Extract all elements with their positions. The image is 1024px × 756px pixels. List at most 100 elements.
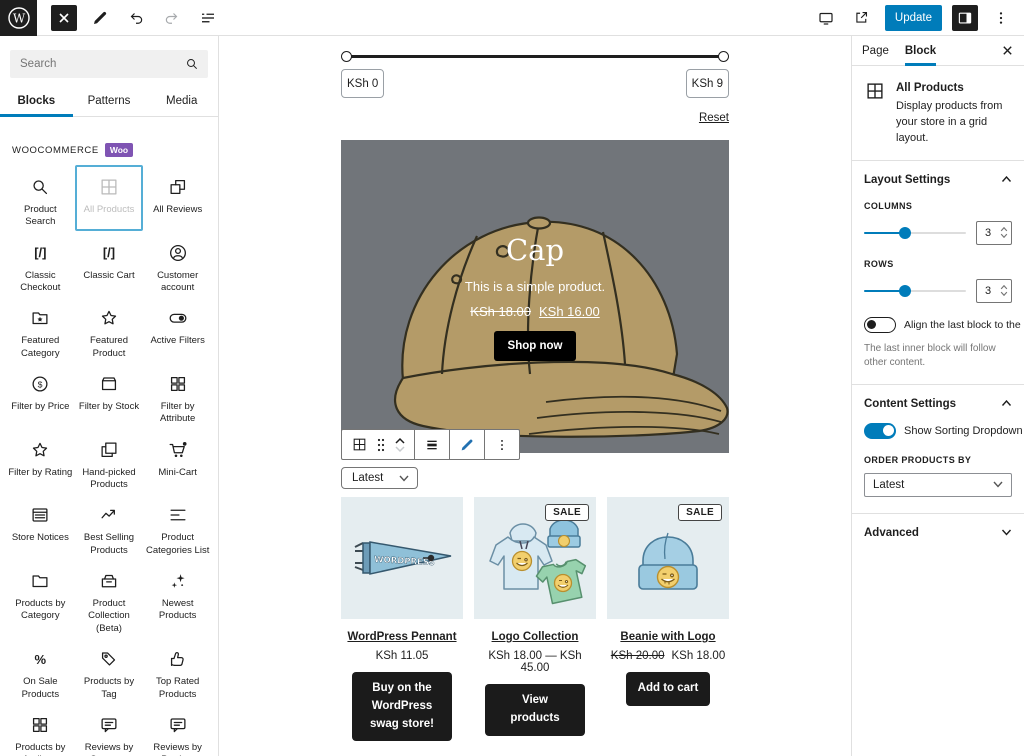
list-view-icon bbox=[199, 9, 217, 27]
block-item-products-by-attribute[interactable]: Products by Attribute bbox=[6, 703, 75, 756]
block-item-all-products[interactable]: All Products bbox=[75, 165, 144, 231]
block-options-button[interactable] bbox=[489, 430, 515, 459]
align-button[interactable] bbox=[419, 430, 445, 459]
block-item-top-rated-products[interactable]: Top Rated Products bbox=[143, 637, 212, 703]
block-item-classic-cart[interactable]: [/] Classic Cart bbox=[75, 231, 144, 297]
block-item-store-notices[interactable]: Store Notices bbox=[6, 493, 75, 559]
price-slider-track[interactable] bbox=[345, 55, 725, 58]
block-item-active-filters[interactable]: Active Filters bbox=[143, 296, 212, 362]
close-settings-button[interactable] bbox=[1001, 44, 1014, 57]
price-filter-reset-link[interactable]: Reset bbox=[699, 112, 729, 124]
product-image[interactable]: WORDPRESS bbox=[341, 497, 463, 619]
price-min-input[interactable]: KSh 0 bbox=[341, 69, 384, 98]
block-item-reviews-by-product[interactable]: Reviews by Product bbox=[143, 703, 212, 756]
product-action-button[interactable]: View products bbox=[485, 684, 585, 736]
columns-slider[interactable] bbox=[864, 227, 966, 239]
featured-product-block[interactable]: Cap This is a simple product. KSh 18.00K… bbox=[341, 140, 729, 453]
product-title-link[interactable]: Logo Collection bbox=[474, 631, 596, 643]
sale-badge: SALE bbox=[545, 504, 589, 521]
block-item-filter-by-attribute[interactable]: Filter by Attribute bbox=[143, 362, 212, 428]
tab-block[interactable]: Block bbox=[905, 36, 936, 66]
collection-icon bbox=[98, 569, 120, 593]
order-products-by-select[interactable]: Latest bbox=[864, 473, 1012, 497]
block-item-products-by-category[interactable]: Products by Category bbox=[6, 559, 75, 637]
tab-blocks[interactable]: Blocks bbox=[0, 84, 73, 116]
content-settings-header[interactable]: Content Settings bbox=[852, 385, 1024, 423]
product-price: KSh 18.00 — KSh 45.00 bbox=[474, 650, 596, 674]
block-item-products-by-tag[interactable]: Products by Tag bbox=[75, 637, 144, 703]
tab-page[interactable]: Page bbox=[862, 36, 889, 66]
move-down-button[interactable] bbox=[394, 445, 406, 453]
preview-button[interactable] bbox=[813, 5, 839, 31]
close-inserter-button[interactable] bbox=[51, 5, 77, 31]
inserter-tabs: Blocks Patterns Media bbox=[0, 84, 218, 117]
columns-label: COLUMNS bbox=[864, 201, 1012, 211]
block-item-all-reviews[interactable]: All Reviews bbox=[143, 165, 212, 231]
block-item-filter-by-rating[interactable]: Filter by Rating bbox=[6, 428, 75, 494]
product-card-logo-collection: SALE Logo Collection KSh 18.00 — KSh 45.… bbox=[474, 497, 596, 741]
rows-number-input[interactable]: 3 bbox=[976, 279, 1012, 303]
list-view-button[interactable] bbox=[195, 5, 221, 31]
undo-button[interactable] bbox=[123, 5, 149, 31]
update-button[interactable]: Update bbox=[885, 5, 942, 31]
edit-button[interactable] bbox=[454, 430, 480, 459]
show-sorting-dropdown-toggle[interactable] bbox=[864, 423, 896, 439]
block-item-customer-account[interactable]: Customer account bbox=[143, 231, 212, 297]
price-slider-max-handle[interactable] bbox=[718, 51, 729, 62]
block-item-newest-products[interactable]: Newest Products bbox=[143, 559, 212, 637]
product-card-beanie-with-logo: SALE Beanie with Logo KSh 20.00KSh 18.00… bbox=[607, 497, 729, 741]
tab-patterns[interactable]: Patterns bbox=[73, 84, 146, 116]
product-image[interactable]: SALE bbox=[474, 497, 596, 619]
thumb-icon bbox=[167, 647, 189, 671]
kebab-menu-icon bbox=[993, 10, 1009, 26]
layout-settings-header[interactable]: Layout Settings bbox=[852, 161, 1024, 199]
rows-slider[interactable] bbox=[864, 285, 966, 297]
attribute-icon bbox=[29, 713, 51, 737]
star-icon bbox=[98, 306, 120, 330]
block-item-featured-category[interactable]: Featured Category bbox=[6, 296, 75, 362]
move-up-button[interactable] bbox=[394, 437, 406, 445]
drag-handle[interactable] bbox=[372, 430, 390, 459]
block-item-mini-cart[interactable]: Mini-Cart bbox=[143, 428, 212, 494]
block-item-featured-product[interactable]: Featured Product bbox=[75, 296, 144, 362]
block-item-filter-by-stock[interactable]: Filter by Stock bbox=[75, 362, 144, 428]
redo-button[interactable] bbox=[159, 5, 185, 31]
block-item-reviews-by-category[interactable]: Reviews by Category bbox=[75, 703, 144, 756]
tools-button[interactable] bbox=[87, 5, 113, 31]
comment-icon bbox=[98, 713, 120, 737]
view-page-button[interactable] bbox=[849, 5, 875, 31]
product-action-button[interactable]: Buy on the WordPress swag store! bbox=[352, 672, 452, 741]
block-item-classic-checkout[interactable]: [/] Classic Checkout bbox=[6, 231, 75, 297]
price-slider-min-handle[interactable] bbox=[341, 51, 352, 62]
wordpress-logo[interactable]: W bbox=[0, 0, 37, 36]
sort-dropdown[interactable]: Latest bbox=[341, 467, 418, 489]
product-action-button[interactable]: Add to cart bbox=[626, 672, 711, 706]
block-item-hand-picked-products[interactable]: Hand-picked Products bbox=[75, 428, 144, 494]
align-help-text: The last inner block will follow other c… bbox=[864, 342, 1012, 370]
rows-stepper[interactable] bbox=[999, 285, 1011, 296]
block-type-button[interactable] bbox=[346, 430, 372, 459]
advanced-section-header[interactable]: Advanced bbox=[852, 514, 1024, 552]
product-title-link[interactable]: Beanie with Logo bbox=[607, 631, 729, 643]
folder-star-icon bbox=[29, 306, 51, 330]
price-filter-slider[interactable] bbox=[341, 52, 729, 62]
settings-sidebar-toggle[interactable] bbox=[952, 5, 978, 31]
block-item-product-search[interactable]: Product Search bbox=[6, 165, 75, 231]
align-last-block-toggle[interactable] bbox=[864, 317, 896, 333]
product-image[interactable]: SALE bbox=[607, 497, 729, 619]
block-item-filter-by-price[interactable]: $ Filter by Price bbox=[6, 362, 75, 428]
options-menu-button[interactable] bbox=[988, 5, 1014, 31]
block-item-product-collection-beta[interactable]: Product Collection (Beta) bbox=[75, 559, 144, 637]
price-max-input[interactable]: KSh 9 bbox=[686, 69, 729, 98]
shop-now-button[interactable]: Shop now bbox=[494, 331, 577, 361]
search-input[interactable] bbox=[10, 50, 208, 78]
tab-media[interactable]: Media bbox=[145, 84, 218, 116]
block-item-on-sale-products[interactable]: % On Sale Products bbox=[6, 637, 75, 703]
columns-number-input[interactable]: 3 bbox=[976, 221, 1012, 245]
close-icon bbox=[1001, 44, 1014, 57]
product-title-link[interactable]: WordPress Pennant bbox=[341, 631, 463, 643]
block-item-product-categories-list[interactable]: Product Categories List bbox=[143, 493, 212, 559]
block-item-best-selling-products[interactable]: Best Selling Products bbox=[75, 493, 144, 559]
rows-label: ROWS bbox=[864, 259, 1012, 269]
columns-stepper[interactable] bbox=[999, 227, 1011, 238]
